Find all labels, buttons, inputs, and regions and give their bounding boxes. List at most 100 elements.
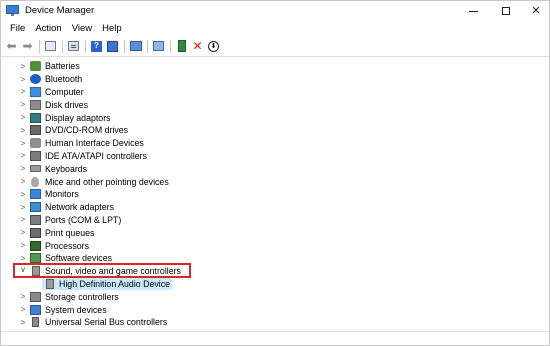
toolbar-separator: [39, 39, 40, 53]
arrow-left-icon: ⬅: [6, 39, 17, 53]
dvd-drive-icon: [30, 125, 41, 136]
download-button[interactable]: ⬇: [206, 39, 221, 54]
menu-action[interactable]: Action: [30, 23, 66, 34]
tree-item-label: Monitors: [45, 189, 79, 200]
system-device-icon: [30, 304, 41, 315]
close-button[interactable]: ✕: [519, 1, 550, 20]
uninstall-device-button[interactable]: ✕: [190, 39, 205, 54]
tree-item-label: Universal Serial Bus controllers: [45, 317, 168, 328]
port-icon: [30, 214, 41, 225]
toolbar: ⬅ ➡ ? ✕ ⬇: [1, 37, 549, 55]
window-title: Device Manager: [25, 5, 95, 16]
tree-item-label: Computer: [45, 86, 84, 97]
chevron-right-icon[interactable]: >: [18, 190, 28, 199]
tree-item-high-definition-audio-device[interactable]: High Definition Audio Device: [42, 277, 172, 291]
console-tree-icon: [45, 41, 56, 51]
toolbar-separator: [124, 39, 125, 53]
tree-item-label: Ports (COM & LPT): [45, 214, 122, 225]
printer-icon: [30, 227, 41, 238]
scan-hardware-button[interactable]: [128, 39, 143, 54]
chevron-right-icon[interactable]: >: [18, 292, 28, 301]
forward-button[interactable]: ➡: [20, 39, 35, 54]
chevron-right-icon[interactable]: >: [18, 62, 28, 71]
keyboard-icon: [30, 165, 41, 173]
chevron-right-icon[interactable]: >: [18, 318, 28, 327]
properties-icon: [68, 41, 79, 51]
toolbar-separator: [147, 39, 148, 53]
close-icon: ✕: [531, 5, 541, 17]
chevron-right-icon[interactable]: >: [18, 126, 28, 135]
tree-item-label: DVD/CD-ROM drives: [45, 125, 129, 136]
tree-item-label: Print queues: [45, 227, 95, 238]
software-device-icon: [30, 253, 41, 264]
tree-item-label: Bluetooth: [45, 74, 83, 85]
battery-icon: [30, 61, 41, 72]
scan-icon: [129, 41, 142, 51]
maximize-icon: [502, 6, 510, 15]
tree-item-label: High Definition Audio Device: [59, 278, 171, 289]
chevron-right-icon[interactable]: >: [18, 75, 28, 84]
chevron-right-icon[interactable]: >: [18, 151, 28, 160]
update-driver-button[interactable]: [174, 39, 189, 54]
audio-device-icon: [46, 278, 54, 289]
tree-item-label: Display adaptors: [45, 112, 111, 123]
maximize-button[interactable]: [489, 1, 523, 20]
show-hide-console-tree-button[interactable]: [43, 39, 58, 54]
tree-item-label: Network adapters: [45, 202, 114, 213]
chevron-right-icon[interactable]: >: [18, 100, 28, 109]
chevron-right-icon[interactable]: >: [18, 228, 28, 237]
back-button[interactable]: ⬅: [4, 39, 19, 54]
device-manager-app-icon: [6, 5, 19, 16]
properties-button[interactable]: [66, 39, 81, 54]
usb-icon: [32, 317, 39, 328]
download-icon: ⬇: [208, 40, 219, 52]
chevron-right-icon[interactable]: >: [18, 164, 28, 173]
menu-file[interactable]: File: [5, 23, 30, 34]
action-pane-icon: [107, 40, 118, 52]
title-bar: Device Manager ✕: [1, 1, 549, 20]
help-button[interactable]: ?: [89, 39, 104, 54]
minimize-icon: [468, 11, 478, 12]
ide-controller-icon: [30, 150, 41, 161]
menu-help[interactable]: Help: [97, 23, 127, 34]
chevron-right-icon[interactable]: >: [18, 215, 28, 224]
processor-icon: [30, 240, 41, 251]
chevron-right-icon[interactable]: >: [18, 177, 28, 186]
status-divider: [1, 331, 549, 332]
chevron-right-icon[interactable]: >: [18, 203, 28, 212]
device-manager-window: Device Manager ✕ File Action View Help ⬅…: [0, 0, 550, 346]
uninstall-icon: ✕: [192, 39, 203, 53]
show-action-pane-button[interactable]: [105, 39, 120, 54]
chevron-right-icon[interactable]: >: [18, 254, 28, 263]
tree-item-label: System devices: [45, 304, 107, 315]
tree-item-label: Batteries: [45, 61, 80, 72]
network-adapter-icon: [30, 202, 41, 213]
computer-icon: [30, 86, 41, 97]
help-icon: ?: [91, 40, 102, 52]
tree-item-label: Human Interface Devices: [45, 138, 144, 149]
hid-icon: [30, 138, 41, 149]
tree-item-label: IDE ATA/ATAPI controllers: [45, 150, 148, 161]
display-adaptor-icon: [30, 112, 41, 123]
update-driver-icon: [177, 40, 186, 52]
toolbar-separator: [62, 39, 63, 53]
tree-item-label: Mice and other pointing devices: [45, 176, 169, 187]
disk-drive-icon: [30, 99, 41, 110]
menu-view[interactable]: View: [67, 23, 97, 34]
tree-item-label: Disk drives: [45, 99, 89, 110]
toolbar-separator: [85, 39, 86, 53]
tree-item-label: Storage controllers: [45, 291, 119, 302]
monitor-button[interactable]: [151, 39, 166, 54]
tree-item-label: Keyboards: [45, 163, 88, 174]
chevron-right-icon[interactable]: >: [18, 139, 28, 148]
monitor-icon: [153, 41, 164, 51]
chevron-right-icon[interactable]: >: [18, 241, 28, 250]
tree-item-label: Processors: [45, 240, 89, 251]
storage-controller-icon: [30, 291, 41, 302]
minimize-button[interactable]: [456, 1, 490, 20]
toolbar-divider: [1, 56, 549, 57]
chevron-right-icon[interactable]: >: [18, 87, 28, 96]
chevron-right-icon[interactable]: >: [18, 113, 28, 122]
chevron-right-icon[interactable]: >: [18, 305, 28, 314]
highlight-annotation-box: [13, 263, 191, 278]
